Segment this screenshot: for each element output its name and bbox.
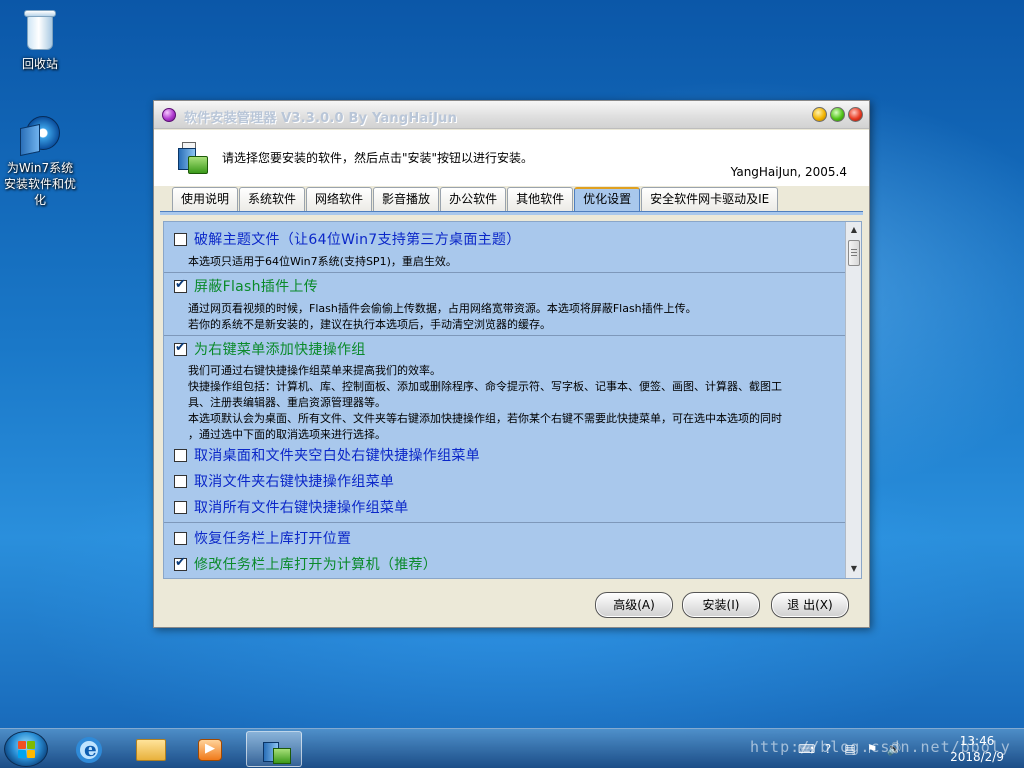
option-block-flash-upload[interactable]: 屏蔽Flash插件上传 <box>174 277 318 295</box>
media-player-icon <box>198 739 222 761</box>
tab-instructions[interactable]: 使用说明 <box>172 187 239 211</box>
option-label: 修改任务栏上库打开为计算机（推荐） <box>194 557 438 573</box>
close-button[interactable] <box>848 107 863 122</box>
desktop-icon-installer[interactable]: 为Win7系统安装软件和优化 <box>0 112 80 208</box>
taskbar-installer-app[interactable] <box>246 731 302 767</box>
option-crack-theme[interactable]: 破解主题文件（让64位Win7支持第三方桌面主题） <box>174 230 521 248</box>
tab-office-software[interactable]: 办公软件 <box>440 187 507 211</box>
option-label: 取消文件夹右键快捷操作组菜单 <box>194 474 395 490</box>
option-description: 通过网页看视频的时候，Flash插件会偷偷上传数据，占用网络宽带资源。本选项将屏… <box>188 302 697 315</box>
checkbox[interactable] <box>174 232 187 246</box>
setup-disc-icon <box>18 112 62 157</box>
advanced-button[interactable]: 高级(A) <box>595 592 673 618</box>
installer-window: 软件安装管理器 V3.3.0.0 By YangHaiJun 请选择您要安装的软… <box>153 100 870 628</box>
tab-underline <box>160 211 863 215</box>
checkbox[interactable] <box>174 531 187 545</box>
taskbar-ie[interactable] <box>62 731 118 767</box>
option-description: 若你的系统不是新安装的，建议在执行本选项后，手动清空浏览器的缓存。 <box>188 318 551 331</box>
checkbox[interactable] <box>174 448 187 462</box>
option-description: 本选项默认会为桌面、所有文件、文件夹等右键添加快捷操作组，若你某个右键不需要此快… <box>188 412 782 425</box>
window-header: 请选择您要安装的软件，然后点击"安装"按钮以进行安装。 YangHaiJun, … <box>154 130 869 186</box>
tab-strip: 使用说明 系统软件 网络软件 影音播放 办公软件 其他软件 优化设置 安全软件网… <box>172 187 779 211</box>
option-label: 为右键菜单添加快捷操作组 <box>194 342 366 358</box>
option-label: 屏蔽Flash插件上传 <box>194 279 318 295</box>
exit-button[interactable]: 退 出(X) <box>771 592 849 618</box>
window-title: 软件安装管理器 V3.3.0.0 By YangHaiJun <box>184 111 458 126</box>
tab-security-drivers-ie[interactable]: 安全软件网卡驱动及IE <box>641 187 779 211</box>
option-description: 快捷操作组包括：计算机、库、控制面板、添加或删除程序、命令提示符、写字板、记事本… <box>188 380 782 393</box>
window-orb-icon <box>162 108 176 122</box>
tab-system-software[interactable]: 系统软件 <box>239 187 306 211</box>
window-titlebar[interactable]: 软件安装管理器 V3.3.0.0 By YangHaiJun <box>154 101 869 129</box>
taskbar-explorer[interactable] <box>122 731 178 767</box>
header-instruction: 请选择您要安装的软件，然后点击"安装"按钮以进行安装。 <box>222 151 534 165</box>
option-cancel-all-files-menu[interactable]: 取消所有文件右键快捷操作组菜单 <box>174 498 409 516</box>
scroll-thumb[interactable] <box>848 240 860 266</box>
checkbox[interactable] <box>174 500 187 514</box>
minimize-button[interactable] <box>812 107 827 122</box>
recycle-bin-label: 回收站 <box>21 57 58 71</box>
start-button[interactable] <box>4 731 48 767</box>
recycle-bin-icon <box>23 8 57 52</box>
divider <box>164 272 846 273</box>
option-restore-taskbar-library[interactable]: 恢复任务栏上库打开位置 <box>174 529 351 547</box>
option-context-menu-group[interactable]: 为右键菜单添加快捷操作组 <box>174 340 366 358</box>
taskbar-media-player[interactable] <box>182 731 238 767</box>
option-description: ，通过选中下面的取消选项来进行选择。 <box>188 428 386 441</box>
option-description: 具、注册表编辑器、重启资源管理器等。 <box>188 396 386 409</box>
option-label: 恢复任务栏上库打开位置 <box>194 531 352 547</box>
scroll-down-arrow-icon[interactable]: ▼ <box>848 562 860 576</box>
option-label: 取消桌面和文件夹空白处右键快捷操作组菜单 <box>194 448 480 464</box>
option-description: 我们可通过右键快捷操作组菜单来提高我们的效率。 <box>188 364 441 377</box>
checkbox[interactable] <box>174 474 187 488</box>
option-description: 本选项只适用于64位Win7系统(支持SP1)，重启生效。 <box>188 255 457 268</box>
installer-label: 为Win7系统安装软件和优化 <box>3 161 76 207</box>
options-panel: 破解主题文件（让64位Win7支持第三方桌面主题） 本选项只适用于64位Win7… <box>163 221 862 579</box>
installer-app-icon <box>261 736 291 766</box>
tab-network-software[interactable]: 网络软件 <box>306 187 373 211</box>
header-author: YangHaiJun, 2005.4 <box>730 165 847 179</box>
vertical-scrollbar[interactable]: ▲ ▼ <box>845 222 861 578</box>
folder-icon <box>136 739 166 761</box>
watermark: http://blog.csdn.net/bboly <box>750 738 1011 756</box>
option-label: 破解主题文件（让64位Win7支持第三方桌面主题） <box>194 232 521 248</box>
windows-logo-icon <box>18 741 36 759</box>
desktop-icon-recycle-bin[interactable]: 回收站 <box>0 8 80 72</box>
checkbox-checked[interactable] <box>174 277 187 293</box>
tab-media-player[interactable]: 影音播放 <box>373 187 440 211</box>
options-list: 破解主题文件（让64位Win7支持第三方桌面主题） 本选项只适用于64位Win7… <box>164 222 846 578</box>
checkbox-checked[interactable] <box>174 555 187 571</box>
divider <box>164 522 846 523</box>
checkbox-checked[interactable] <box>174 340 187 356</box>
option-cancel-folder-menu[interactable]: 取消文件夹右键快捷操作组菜单 <box>174 472 394 490</box>
maximize-button[interactable] <box>830 107 845 122</box>
installer-app-icon <box>176 142 210 176</box>
scroll-up-arrow-icon[interactable]: ▲ <box>848 223 860 237</box>
tab-optimization-settings[interactable]: 优化设置 <box>574 187 641 211</box>
option-label: 取消所有文件右键快捷操作组菜单 <box>194 500 409 516</box>
option-taskbar-library-computer[interactable]: 修改任务栏上库打开为计算机（推荐） <box>174 555 437 573</box>
option-cancel-desktop-folder-blank[interactable]: 取消桌面和文件夹空白处右键快捷操作组菜单 <box>174 446 480 464</box>
internet-explorer-icon <box>76 737 102 763</box>
tab-other-software[interactable]: 其他软件 <box>507 187 574 211</box>
divider <box>164 335 846 336</box>
install-button[interactable]: 安装(I) <box>682 592 760 618</box>
